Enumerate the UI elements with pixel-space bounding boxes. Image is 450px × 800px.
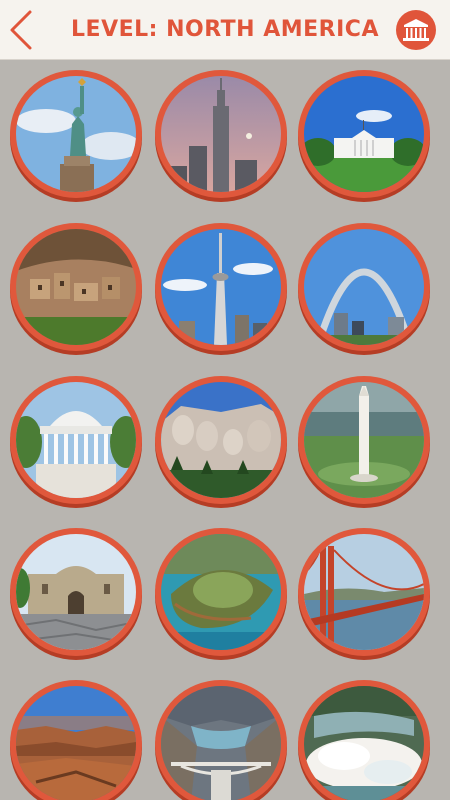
golden-gate-bridge-image <box>304 534 424 650</box>
cn-tower-image <box>161 229 281 345</box>
washington-monument-image <box>304 382 424 498</box>
jefferson-memorial-image <box>16 382 136 498</box>
top-bar: LEVEL: NORTH AMERICA <box>0 0 450 60</box>
level-grid <box>0 68 450 800</box>
the-alamo-image <box>16 534 136 650</box>
level-gateway-arch[interactable] <box>298 223 430 355</box>
hoover-dam-image <box>161 686 281 800</box>
statue-of-liberty-image <box>16 76 136 192</box>
empire-state-building-image <box>161 76 281 192</box>
gateway-arch-image <box>304 229 424 345</box>
museum-icon <box>403 19 429 41</box>
level-grand-canyon[interactable] <box>10 680 142 800</box>
level-golden-gate-bridge[interactable] <box>298 528 430 660</box>
level-mount-rushmore[interactable] <box>155 376 287 508</box>
grand-canyon-image <box>16 686 136 800</box>
museum-button[interactable] <box>396 10 436 50</box>
white-house-image <box>304 76 424 192</box>
level-empire-state-building[interactable] <box>155 70 287 202</box>
level-white-house[interactable] <box>298 70 430 202</box>
level-washington-monument[interactable] <box>298 376 430 508</box>
mount-rushmore-image <box>161 382 281 498</box>
level-statue-of-liberty[interactable] <box>10 70 142 202</box>
level-jefferson-memorial[interactable] <box>10 376 142 508</box>
level-diamond-head[interactable] <box>155 528 287 660</box>
level-mesa-verde-cliff-palace[interactable] <box>10 223 142 355</box>
level-cn-tower[interactable] <box>155 223 287 355</box>
level-the-alamo[interactable] <box>10 528 142 660</box>
level-hoover-dam[interactable] <box>155 680 287 800</box>
level-niagara-falls[interactable] <box>298 680 430 800</box>
diamond-head-image <box>161 534 281 650</box>
mesa-verde-cliff-palace-image <box>16 229 136 345</box>
niagara-falls-image <box>304 686 424 800</box>
page-title: LEVEL: NORTH AMERICA <box>71 17 379 42</box>
